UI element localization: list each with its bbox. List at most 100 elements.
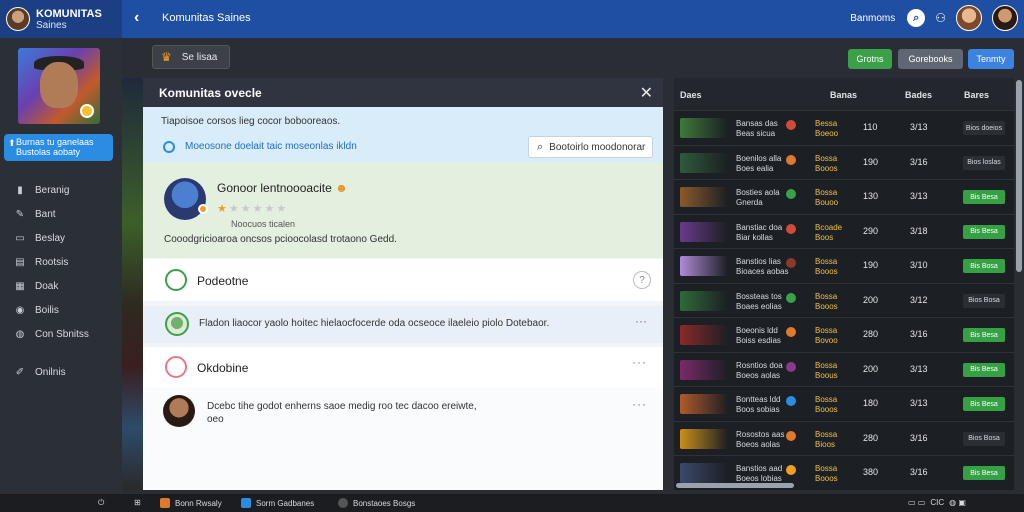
power-icon[interactable]: ⏻ bbox=[98, 498, 104, 508]
more-icon[interactable]: ··· bbox=[635, 314, 647, 328]
horizontal-scrollbar[interactable] bbox=[676, 483, 794, 488]
brand[interactable]: KOMUNITAS Saines bbox=[0, 0, 122, 38]
row-action-button[interactable]: Bis Besa bbox=[963, 190, 1005, 204]
row-score: 3/16 bbox=[910, 156, 928, 167]
row-team: Bossa Booos bbox=[815, 464, 838, 483]
row-action-button[interactable]: Bis Bosa bbox=[963, 259, 1005, 273]
more-icon[interactable]: ··· bbox=[632, 355, 647, 369]
taskbar-item[interactable]: Sorm Gadbanes bbox=[241, 498, 314, 508]
rating-stars[interactable]: ★★★★★★ bbox=[217, 202, 288, 215]
table-row[interactable]: Bossteas tos Boaes eolias Bossa Booos 200 3… bbox=[674, 282, 1014, 317]
sidebar-item-boilis[interactable]: ◉ Boilis bbox=[0, 298, 122, 322]
column-header[interactable]: Daes bbox=[680, 90, 702, 100]
row-action-button[interactable]: Bios Bosa bbox=[963, 293, 1005, 308]
column-header[interactable]: Bares bbox=[964, 90, 989, 100]
back-arrow-icon[interactable]: ‹ bbox=[134, 9, 139, 27]
dialog-title: Komunitas ovecle bbox=[159, 86, 262, 100]
sidebar-item-onilnis[interactable]: ✐ Onilnis bbox=[0, 360, 122, 384]
globe-icon: ◉ bbox=[15, 304, 25, 316]
table-row[interactable]: Bosties aola Gnerda Bossa Bouoo 130 3/13 Bis… bbox=[674, 179, 1014, 213]
row-name: Boenilos alla Boes ealia bbox=[736, 153, 782, 173]
filter-chip[interactable]: ♛ Se lisaa bbox=[152, 45, 230, 69]
vertical-scrollbar[interactable] bbox=[1016, 80, 1022, 272]
table-row[interactable]: Bontteas ldd Boos sobias Bossa Booos 180 3/… bbox=[674, 386, 1014, 420]
row-thumbnail bbox=[680, 359, 728, 380]
search-icon[interactable]: ⌕ bbox=[907, 9, 926, 27]
top-right-label[interactable]: Banmoms bbox=[850, 13, 895, 24]
game-icon bbox=[786, 465, 796, 475]
sidebar-item-bant[interactable]: ✎ Bant bbox=[0, 202, 122, 226]
close-icon[interactable]: ✕ bbox=[640, 83, 653, 103]
sidebar-item-doak[interactable]: ▦ Doak bbox=[0, 274, 122, 298]
avatar[interactable] bbox=[956, 5, 982, 31]
blue-button[interactable]: Tenmty bbox=[968, 49, 1014, 69]
sidebar-item-beranig[interactable]: ▮ Beranig bbox=[0, 178, 122, 202]
comment-row[interactable]: Dcebc tihe godot enherns saoe medig roo … bbox=[143, 387, 663, 490]
row-thumbnail bbox=[680, 152, 728, 173]
user-icon[interactable]: ⚇ bbox=[935, 11, 946, 25]
search-input[interactable]: ⌕ Bootoirlo moodonorar bbox=[528, 136, 653, 158]
game-icon bbox=[786, 396, 796, 406]
row-team: Bossa Bovoo bbox=[815, 326, 838, 345]
row-action-button[interactable]: Bis Besa bbox=[963, 362, 1005, 377]
row-value: 200 bbox=[863, 294, 879, 305]
sidebar-cta-button[interactable]: ⬆ Burnas tu ganelaas Bustolas aobaty bbox=[4, 134, 113, 161]
taskbar-item[interactable]: Bonn Rwsaly bbox=[160, 498, 222, 508]
profile-avatar[interactable] bbox=[164, 178, 208, 220]
sidebar-item-label: Beslay bbox=[35, 232, 66, 244]
row-team: Bessa Boeoo bbox=[815, 119, 839, 138]
table-row[interactable]: Rosntios doa Boeos aolas Bossa Boous 200 3/… bbox=[674, 351, 1014, 386]
tray-icons[interactable]: ▭ ▭ CIC ◍ ▣ bbox=[908, 498, 966, 507]
game-icon bbox=[786, 430, 796, 441]
green-button[interactable]: Grotns bbox=[848, 49, 892, 69]
help-icon[interactable]: ? bbox=[633, 271, 651, 289]
row-score: 3/16 bbox=[910, 467, 928, 477]
row-thumbnail bbox=[680, 428, 728, 449]
sidebar-item-con-sbnitss[interactable]: ◍ Con Sbnitss bbox=[0, 322, 122, 346]
row-name: Bontteas ldd Boos sobias bbox=[736, 395, 781, 414]
display-icon: ▭ bbox=[15, 232, 25, 244]
row-score: 3/16 bbox=[910, 329, 928, 339]
row-action-button[interactable]: Bios doeios bbox=[963, 121, 1005, 135]
avatar-secondary[interactable] bbox=[992, 5, 1018, 31]
leaderboard-table: Daes Banas Bades Bares Bansas das Beas s… bbox=[674, 78, 1014, 490]
sidebar-nav: ▮ Beranig ✎ Bant ▭ Beslay ▤ Rootsis ▦ Doak ◉ B… bbox=[0, 178, 122, 384]
windows-icon[interactable]: ⊞ bbox=[134, 498, 141, 507]
row-thumbnail bbox=[680, 394, 728, 414]
table-row[interactable]: Banstiac doa Biar kollas Bcoade Boos 290 3/… bbox=[674, 213, 1014, 248]
row-team: Bossa Bouoo bbox=[815, 188, 839, 207]
section-ring-icon bbox=[165, 269, 187, 291]
section-okdobine[interactable]: Okdobine ··· bbox=[143, 347, 663, 387]
column-header[interactable]: Bades bbox=[905, 90, 932, 100]
row-action-button[interactable]: Bis Besa bbox=[963, 224, 1005, 239]
row-action-button[interactable]: Bis Besa bbox=[963, 397, 1005, 411]
table-row[interactable]: Bansas das Beas sicua Bessa Boeoo 110 3/13 B… bbox=[674, 110, 1014, 144]
profile-name: Gonoor lentnoooacite ☻ bbox=[217, 181, 348, 195]
sidebar-item-label: Beranig bbox=[35, 184, 70, 196]
row-action-button[interactable]: Bios loslas bbox=[963, 155, 1005, 170]
table-row[interactable]: Boenilos alla Boes ealia Bossa Booos 190 3/… bbox=[674, 144, 1014, 179]
table-row[interactable]: Boeonis ldd Boiss esdias Bossa Bovoo 280 3/… bbox=[674, 317, 1014, 351]
sidebar-cta-label: Burnas tu ganelaas Bustolas aobaty bbox=[16, 137, 94, 157]
filter-chip-label: Se lisaa bbox=[181, 51, 218, 63]
row-action-button[interactable]: Bis Besa bbox=[963, 328, 1005, 342]
row-action-button[interactable]: Bis Besa bbox=[963, 466, 1005, 480]
taskbar-item[interactable]: Bonstaoes Bosgs bbox=[338, 498, 415, 508]
row-value: 190 bbox=[863, 260, 879, 270]
section-podeotne[interactable]: Podeotne ? bbox=[143, 259, 663, 301]
sidebar-item-beslay[interactable]: ▭ Beslay bbox=[0, 226, 122, 250]
table-row[interactable]: Banstios lias Bioaces aobas Bossa Booos 19… bbox=[674, 248, 1014, 282]
row-name: Bossteas tos Boaes eolias bbox=[736, 291, 782, 311]
sidebar-item-rootsis[interactable]: ▤ Rootsis bbox=[0, 250, 122, 274]
brand-name: KOMUNITAS bbox=[36, 7, 102, 20]
link-icon bbox=[163, 141, 175, 153]
row-action-button[interactable]: Bios Bosa bbox=[963, 431, 1005, 446]
row-name: Boeonis ldd Boiss esdias bbox=[736, 326, 781, 345]
dialog-link[interactable]: Moeosone doelait taic moseonlas ikldn bbox=[185, 141, 357, 152]
message-row[interactable]: Fladon liaocor yaolo hoitec hielaocfocer… bbox=[143, 306, 663, 343]
gray-button[interactable]: Gorebooks bbox=[898, 49, 963, 69]
column-header[interactable]: Banas bbox=[830, 90, 857, 100]
more-icon[interactable]: ··· bbox=[632, 397, 647, 411]
table-row[interactable]: Rosostos aas Boeos aolas Bossa Bioos 280 3/… bbox=[674, 420, 1014, 455]
sidebar: ⬆ Burnas tu ganelaas Bustolas aobaty ▮ Be… bbox=[0, 38, 122, 494]
